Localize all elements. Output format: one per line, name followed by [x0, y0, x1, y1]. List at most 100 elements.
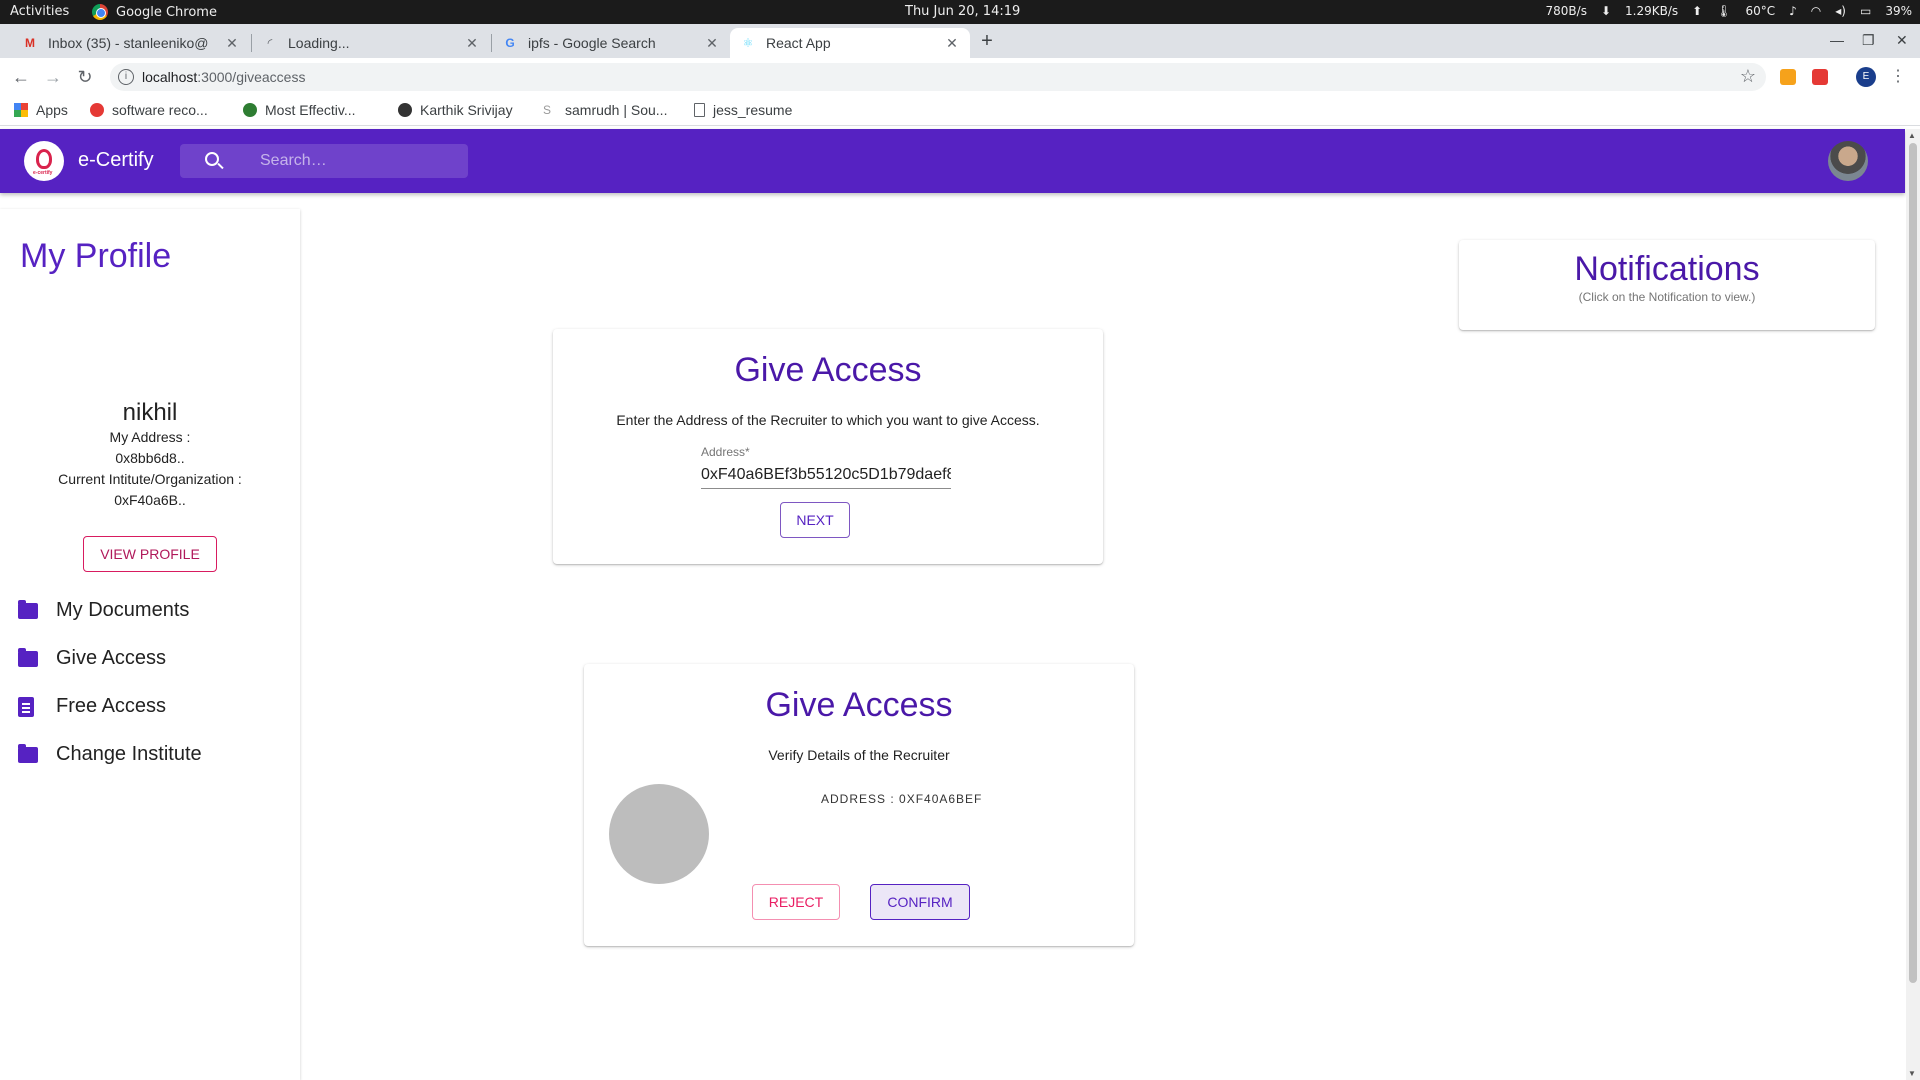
my-profile-title: My Profile: [20, 237, 172, 275]
tab-label: Loading...: [288, 35, 350, 51]
scroll-up-icon[interactable]: ▲: [1908, 131, 1916, 140]
bookmark-label: jess_resume: [713, 102, 793, 118]
app-name: Google Chrome: [116, 4, 217, 20]
bookmark-label: Most Effectiv...: [265, 102, 356, 118]
institute-value: 0xF40a6B..: [114, 492, 186, 508]
sidebar-item-label: Free Access: [56, 695, 167, 717]
url-text[interactable]: localhost:3000/giveaccess: [142, 69, 305, 85]
window-close-icon[interactable]: ✕: [1896, 32, 1908, 49]
card-title: Give Access: [734, 351, 922, 389]
app-menu[interactable]: Google Chrome: [92, 4, 217, 20]
profile-name: nikhil: [122, 399, 178, 426]
volume-icon: ◂): [1835, 4, 1846, 18]
sidebar-item-my-documents[interactable]: My Documents: [18, 599, 189, 622]
loading-icon: ◜: [267, 36, 273, 50]
bookmark-most-effective[interactable]: Most Effectiv...: [243, 102, 356, 118]
upload-arrow-icon: ⬆: [1692, 4, 1703, 18]
sidebar-item-free-access[interactable]: Free Access: [18, 695, 166, 718]
address-input[interactable]: [701, 461, 951, 489]
bookmark-jess-resume[interactable]: jess_resume: [694, 102, 792, 118]
page-scrollbar[interactable]: ▲ ▼: [1906, 129, 1920, 1080]
reload-icon[interactable]: ↻: [74, 66, 96, 88]
extension-icon[interactable]: [1812, 69, 1828, 85]
tab-label: React App: [766, 35, 831, 51]
gmail-icon: M: [25, 36, 35, 50]
metamask-extension-icon[interactable]: [1780, 69, 1796, 85]
tab-loading[interactable]: ◜ Loading... ✕: [252, 28, 490, 58]
confirm-button[interactable]: CONFIRM: [870, 884, 970, 920]
download-arrow-icon: ⬇: [1600, 4, 1612, 18]
logo-tag: e-certify: [33, 170, 53, 176]
close-icon[interactable]: ✕: [704, 35, 720, 52]
browser-toolbar: ← → ↻ i localhost:3000/giveaccess ☆ E ⋮: [0, 58, 1920, 96]
minimize-icon[interactable]: —: [1830, 32, 1844, 48]
scrollbar-thumb[interactable]: [1909, 143, 1917, 983]
tab-strip: M Inbox (35) - stanleeniko@ ✕ ◜ Loading.…: [0, 24, 1920, 58]
tab-inbox[interactable]: M Inbox (35) - stanleeniko@ ✕: [12, 28, 250, 58]
activities-button[interactable]: Activities: [10, 4, 69, 19]
net-down-rate: 780B/s: [1545, 4, 1587, 18]
bookmark-apps[interactable]: Apps: [14, 102, 68, 118]
close-icon[interactable]: ✕: [944, 35, 960, 52]
system-tray[interactable]: 780B/s ⬇ 1.29KB/s ⬆ 🌡 60°C ♪ ◠ ◂) ▭ 39%: [1546, 4, 1912, 18]
card-subtitle: Enter the Address of the Recruiter to wh…: [616, 412, 1040, 428]
ask-icon: [90, 103, 104, 117]
temperature: 60°C: [1745, 4, 1776, 18]
scroll-down-icon[interactable]: ▼: [1908, 1069, 1916, 1078]
card-subtitle: Verify Details of the Recruiter: [768, 747, 950, 763]
os-top-bar: Activities Google Chrome Thu Jun 20, 14:…: [0, 0, 1920, 24]
close-icon[interactable]: ✕: [224, 35, 240, 52]
new-tab-button[interactable]: +: [974, 29, 1000, 55]
site-icon: [243, 103, 257, 117]
brand-name: e-Certify: [78, 149, 154, 171]
sidebar-item-give-access[interactable]: Give Access: [18, 647, 166, 670]
next-button[interactable]: NEXT: [780, 502, 850, 538]
battery-icon: ▭: [1859, 4, 1872, 18]
back-icon[interactable]: ←: [10, 66, 32, 88]
tab-react-app[interactable]: ⚛ React App ✕: [730, 28, 970, 58]
react-icon: ⚛: [742, 36, 754, 50]
apps-grid-icon: [14, 103, 28, 117]
tab-label: ipfs - Google Search: [528, 35, 656, 51]
search-icon: [205, 152, 219, 166]
sidebar-item-label: Give Access: [56, 647, 167, 669]
reject-button[interactable]: REJECT: [752, 884, 840, 920]
sidebar-item-change-institute[interactable]: Change Institute: [18, 743, 202, 766]
bookmark-label: software reco...: [112, 102, 208, 118]
recruiter-address: ADDRESS : 0XF40A6BEF: [821, 792, 983, 806]
more-icon[interactable]: ⋮: [1890, 66, 1906, 86]
ecertify-logo[interactable]: e-certify: [24, 141, 64, 181]
logo-mark-icon: [36, 149, 52, 169]
search-box: [180, 144, 468, 178]
bookmark-karthik[interactable]: Karthik Srivijay: [398, 102, 513, 118]
bookmarks-bar: Apps software reco... Most Effectiv... K…: [0, 96, 1920, 126]
bookmark-label: Apps: [36, 102, 68, 118]
folder-icon: [18, 647, 38, 667]
notifications-title: Notifications: [1574, 250, 1760, 288]
view-profile-button[interactable]: VIEW PROFILE: [83, 536, 217, 572]
info-icon[interactable]: i: [118, 69, 134, 85]
give-access-card: Give Access Enter the Address of the Rec…: [553, 329, 1103, 564]
institute-label: Current Intitute/Organization :: [58, 471, 242, 487]
close-icon[interactable]: ✕: [464, 35, 480, 52]
tab-google-search[interactable]: G ipfs - Google Search ✕: [492, 28, 730, 58]
wifi-icon: ◠: [1810, 4, 1822, 18]
folder-icon: [18, 743, 38, 763]
restore-icon[interactable]: ❐: [1862, 32, 1875, 49]
address-field-label: Address*: [701, 445, 750, 459]
clock[interactable]: Thu Jun 20, 14:19: [905, 4, 1020, 19]
bookmark-star-icon[interactable]: ☆: [1740, 66, 1756, 87]
profile-sidebar: My Profile nikhil My Address : 0x8bb6d8.…: [0, 209, 300, 1080]
bookmark-samrudh[interactable]: S samrudh | Sou...: [543, 102, 667, 118]
forward-icon[interactable]: →: [42, 66, 64, 88]
user-avatar[interactable]: [1828, 141, 1868, 181]
notifications-hint: (Click on the Notification to view.): [1578, 290, 1756, 304]
bookmark-software-reco[interactable]: software reco...: [90, 102, 208, 118]
profile-icon[interactable]: E: [1856, 67, 1876, 87]
google-icon: G: [505, 36, 515, 50]
recruiter-avatar: [609, 784, 709, 884]
sourcerer-icon: S: [543, 103, 552, 117]
url-host: localhost: [142, 69, 198, 85]
address-bar[interactable]: i localhost:3000/giveaccess ☆: [110, 63, 1766, 91]
search-input[interactable]: [260, 150, 460, 172]
